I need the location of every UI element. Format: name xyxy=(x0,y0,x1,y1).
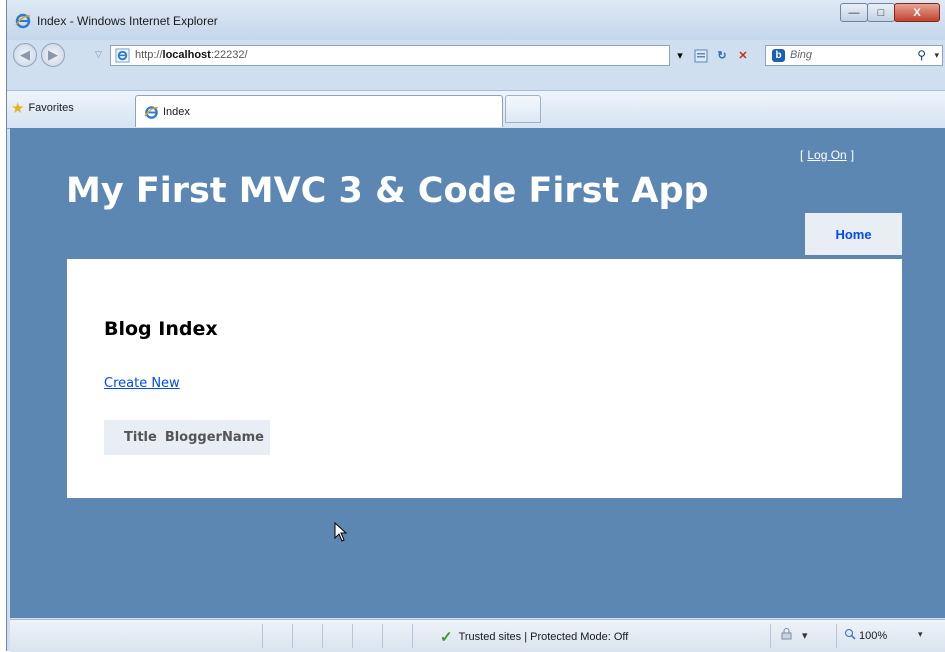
close-button[interactable]: X xyxy=(894,3,940,22)
favorites-and-tabs-bar: ★ Favorites Index xyxy=(7,90,945,129)
login-display: [Log On] xyxy=(800,148,854,162)
new-tab-button[interactable] xyxy=(505,95,541,123)
internet-explorer-icon xyxy=(15,13,31,29)
window-title: Index - Windows Internet Explorer xyxy=(37,14,218,28)
forward-arrow-icon: ▶ xyxy=(48,47,58,62)
page-content: [Log On] My First MVC 3 & Code First App… xyxy=(10,128,945,618)
login-bracket-close: ] xyxy=(850,148,855,162)
status-tools[interactable]: ▾ xyxy=(780,628,816,643)
zoom-icon xyxy=(844,628,856,643)
search-options-dropdown[interactable]: ▾ xyxy=(934,50,939,61)
main-panel: Blog Index Create New Title BloggerName xyxy=(67,259,902,498)
favorites-label: Favorites xyxy=(28,102,74,114)
maximize-button[interactable]: □ xyxy=(867,3,895,22)
checkmark-icon: ✓ xyxy=(440,629,453,646)
zoom-control[interactable]: 100% xyxy=(844,628,887,643)
column-header-bloggername: BloggerName xyxy=(164,430,264,445)
search-icon[interactable]: ⚲ xyxy=(917,48,926,62)
zoom-level: 100% xyxy=(859,629,888,642)
site-title: My First MVC 3 & Code First App xyxy=(66,171,709,211)
address-bar[interactable]: http://localhost:22232/ xyxy=(110,45,670,66)
status-separator xyxy=(352,624,353,648)
status-separator xyxy=(412,624,413,648)
status-separator xyxy=(262,624,263,648)
browser-window: Index - Windows Internet Explorer — □ X … xyxy=(6,0,945,652)
status-separator xyxy=(836,624,837,648)
zoom-dropdown[interactable]: ▾ xyxy=(918,629,923,640)
page-ie-icon xyxy=(115,48,130,63)
security-zone-text: Trusted sites | Protected Mode: Off xyxy=(458,631,629,643)
tab-label: Index xyxy=(163,106,190,118)
security-lock-icon xyxy=(780,628,794,643)
favorites-star-icon: ★ xyxy=(11,100,25,117)
mouse-cursor-icon xyxy=(334,522,348,542)
tab-index[interactable]: Index xyxy=(135,95,503,127)
bing-icon: b xyxy=(772,49,785,62)
address-tools: ▾ ↻ ✕ xyxy=(671,45,755,66)
favorites-button[interactable]: ★ Favorites xyxy=(11,99,74,117)
navigation-bar: ◀ ▶ ▽ http://localhost:22232/ ▾ ↻ ✕ b Bi… xyxy=(7,40,945,74)
refresh-button[interactable]: ↻ xyxy=(713,47,731,65)
stop-button[interactable]: ✕ xyxy=(734,47,752,65)
status-separator xyxy=(382,624,383,648)
status-separator xyxy=(770,624,771,648)
url-suffix: :22232/ xyxy=(210,49,248,61)
search-box[interactable]: b Bing ⚲ ▾ xyxy=(765,45,943,66)
back-arrow-icon: ◀ xyxy=(20,47,30,62)
security-zone[interactable]: ✓ Trusted sites | Protected Mode: Off xyxy=(440,628,628,646)
window-controls: — □ X xyxy=(840,3,940,22)
url-prefix: http:// xyxy=(135,49,163,61)
tab-ie-icon xyxy=(144,106,159,119)
title-bar: Index - Windows Internet Explorer — □ X xyxy=(7,0,945,40)
address-dropdown-button[interactable]: ▾ xyxy=(671,47,689,65)
forward-button[interactable]: ▶ xyxy=(41,43,65,67)
login-bracket-open: [ xyxy=(800,148,804,162)
status-bar: ✓ Trusted sites | Protected Mode: Off ▾ … xyxy=(10,619,945,652)
table-header-row: Title BloggerName xyxy=(104,420,270,455)
search-placeholder: Bing xyxy=(790,49,813,61)
menu-home-tab[interactable]: Home xyxy=(805,213,902,255)
status-tools-dropdown[interactable]: ▾ xyxy=(802,629,808,642)
column-header-title: Title xyxy=(124,430,157,445)
log-on-link[interactable]: Log On xyxy=(807,148,846,162)
status-separator xyxy=(322,624,323,648)
compatibility-view-icon[interactable] xyxy=(692,47,710,65)
url-host: localhost xyxy=(162,49,211,61)
back-button[interactable]: ◀ xyxy=(13,43,37,67)
minimize-button[interactable]: — xyxy=(840,3,868,22)
page-heading: Blog Index xyxy=(104,318,218,340)
create-new-link[interactable]: Create New xyxy=(104,376,180,391)
status-separator xyxy=(292,624,293,648)
url-text: http://localhost:22232/ xyxy=(135,49,248,61)
recent-pages-dropdown[interactable]: ▽ xyxy=(95,49,102,60)
